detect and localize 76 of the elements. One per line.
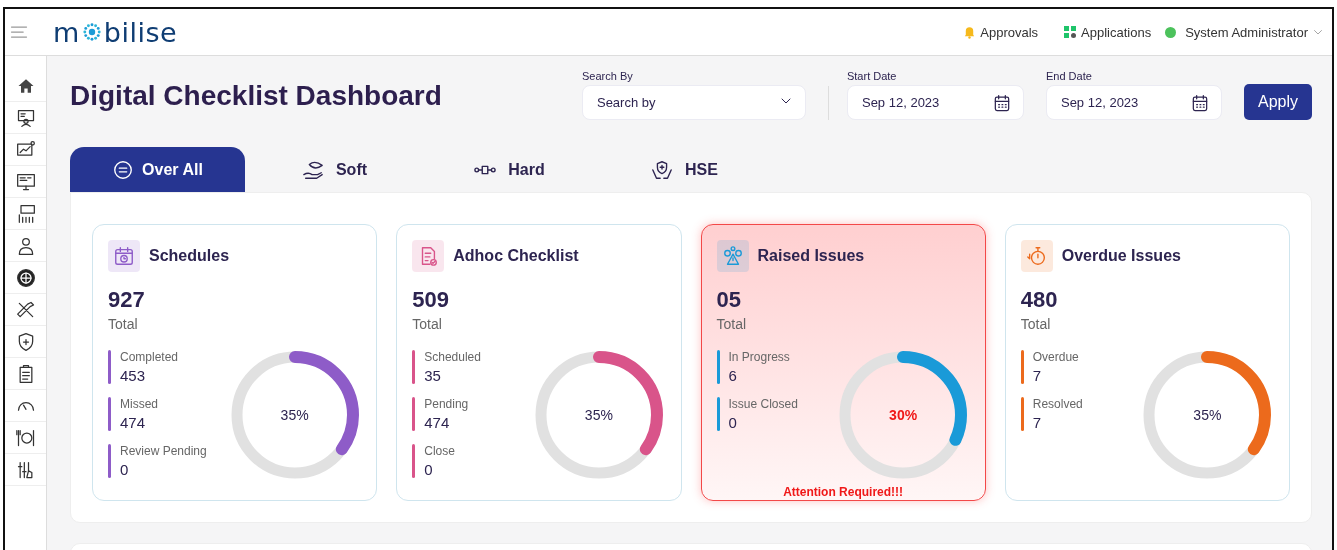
- apply-button[interactable]: Apply: [1243, 84, 1312, 120]
- card-title: Overdue Issues: [1061, 247, 1181, 265]
- stat-value: 35: [424, 367, 442, 384]
- header-link[interactable]: Approvals: [963, 24, 1039, 40]
- stat-value: 0: [120, 461, 130, 478]
- card-title: Adhoc Checklist: [453, 247, 579, 265]
- stat-bar: [108, 350, 111, 384]
- field-label: Start Date: [846, 70, 898, 82]
- mobilise-logo: m bilise: [53, 16, 178, 48]
- total-count: 509: [412, 287, 450, 313]
- field-label: Search By: [581, 70, 634, 82]
- tab[interactable]: Over All: [70, 147, 245, 192]
- stat-label: In Progress: [728, 350, 790, 364]
- stat-label: Review Pending: [120, 444, 207, 458]
- tab[interactable]: HSE: [595, 147, 770, 192]
- tools-icon[interactable]: [15, 299, 36, 320]
- tab[interactable]: Soft: [245, 147, 420, 192]
- stat-bar: [1020, 350, 1024, 384]
- search-dropdown[interactable]: Search by: [581, 85, 806, 120]
- field-label: End Date: [1045, 70, 1093, 82]
- total-label: Total: [412, 316, 443, 332]
- total-label: Total: [1020, 316, 1052, 332]
- stat-label: Issue Closed: [728, 397, 798, 411]
- card-title: Schedules: [149, 247, 230, 265]
- list-icon: [112, 158, 135, 181]
- stat-bar: [716, 350, 720, 384]
- card-title: Raised Issues: [757, 247, 865, 265]
- stat-bar: [108, 397, 111, 431]
- total-count: 480: [1020, 287, 1059, 313]
- stat-label: Completed: [120, 350, 179, 364]
- stat-bar: [412, 444, 416, 478]
- total-label: Total: [716, 316, 748, 332]
- total-label: Total: [108, 316, 139, 332]
- stat-label: Close: [424, 444, 455, 458]
- stopwatch-icon: [1020, 240, 1053, 272]
- gauge-reading: 35%: [280, 407, 309, 423]
- stat-label: Pending: [424, 397, 469, 411]
- stat-value: 6: [728, 367, 738, 384]
- apps-icon: [1064, 25, 1078, 39]
- globe-icon[interactable]: [15, 267, 36, 288]
- date-field[interactable]: Sep 12, 2023: [846, 85, 1024, 120]
- stat-bar: [1020, 397, 1024, 431]
- gauge-reading: 35%: [1193, 407, 1222, 423]
- tab[interactable]: Hard: [420, 147, 595, 192]
- stat-bar: [108, 444, 111, 478]
- stat-bar: [412, 397, 416, 431]
- total-count: 05: [716, 287, 742, 313]
- gauge-reading: 30%: [889, 407, 918, 423]
- stat-label: Missed: [120, 397, 158, 411]
- calendar-clock-icon: [108, 240, 140, 272]
- page-title: Digital Checklist Dashboard: [70, 80, 443, 112]
- gauge-reading: 35%: [584, 407, 613, 423]
- cutlery-icon[interactable]: [15, 427, 36, 448]
- stat-value: 474: [120, 414, 147, 431]
- attention-message: Attention Required!!!: [782, 485, 905, 499]
- stat-value: 0: [424, 461, 434, 478]
- stat-value: 453: [120, 367, 147, 384]
- stat-bar: [412, 350, 416, 384]
- stat-label: Resolved: [1032, 397, 1083, 411]
- stat-value: 474: [424, 414, 451, 431]
- stat-label: Overdue: [1032, 350, 1079, 364]
- stat-bar: [716, 397, 720, 431]
- warning-gears-icon: [716, 240, 749, 272]
- stat-value: 0: [728, 414, 738, 431]
- stat-label: Scheduled: [424, 350, 481, 364]
- checklist-icon: [412, 240, 445, 272]
- header-link[interactable]: Applications: [1064, 24, 1152, 40]
- status-dot: [1165, 26, 1177, 38]
- stat-value: 7: [1032, 367, 1043, 384]
- monitor-icon[interactable]: [15, 171, 36, 192]
- user-menu[interactable]: System Administrator: [1185, 24, 1308, 40]
- total-count: 927: [108, 287, 146, 313]
- stat-value: 7: [1032, 414, 1043, 431]
- presenter-icon[interactable]: [15, 107, 36, 128]
- bell-icon: [963, 25, 977, 39]
- date-field[interactable]: Sep 12, 2023: [1045, 85, 1222, 120]
